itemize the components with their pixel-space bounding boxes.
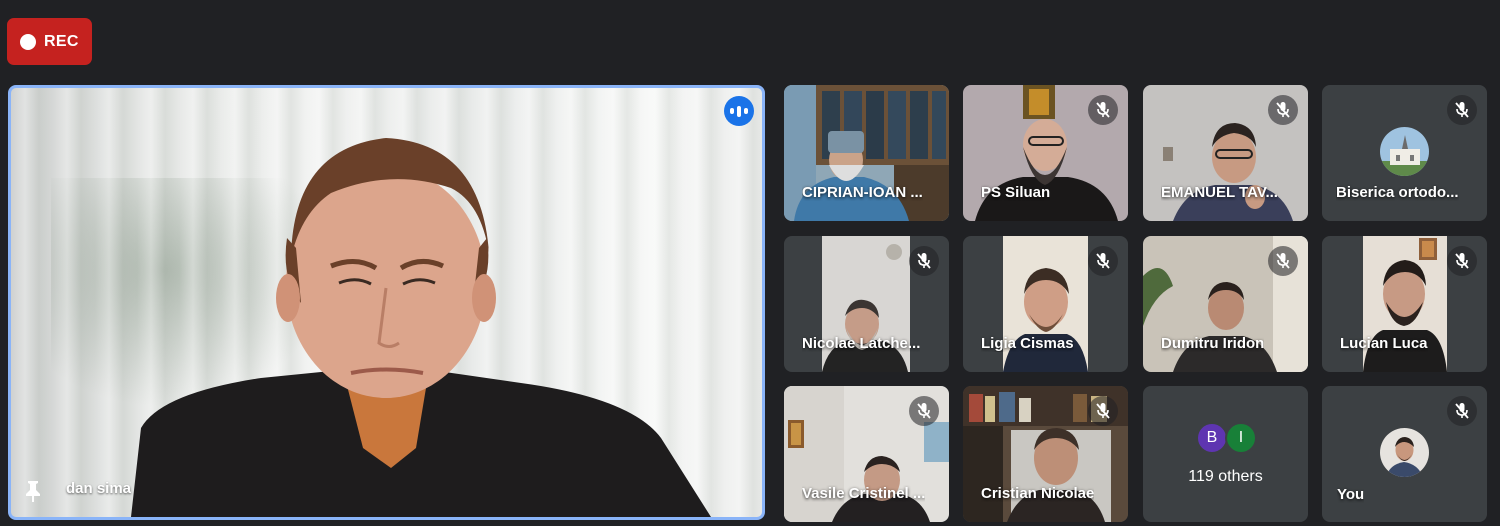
participant-name: Lucian Luca [1340,335,1428,352]
main-speaker-tile[interactable]: dan sima [8,85,765,520]
record-dot-icon [20,33,36,50]
mic-off-icon [909,396,939,426]
others-tile[interactable]: B I 119 others [1143,386,1308,522]
participant-tile[interactable]: CIPRIAN-IOAN ... [784,85,949,221]
participant-tile[interactable]: Lucian Luca [1322,236,1487,372]
mic-off-icon [1268,246,1298,276]
recording-label: REC [44,32,79,50]
mic-off-icon [1088,246,1118,276]
others-avatars: B I [1196,422,1257,454]
participant-tile[interactable]: Dumitru Iridon [1143,236,1308,372]
others-count: 119 others [1188,468,1263,485]
participant-name: EMANUEL TAV... [1161,184,1278,201]
speaker-video [131,138,711,517]
mic-off-icon [1088,95,1118,125]
recording-indicator: REC [7,18,92,65]
avatar: B [1196,422,1228,454]
participant-tile[interactable]: EMANUEL TAV... [1143,85,1308,221]
mic-off-icon [1447,95,1477,125]
participant-tile[interactable]: PS Siluan [963,85,1128,221]
participant-name: Vasile Cristinel ... [802,485,926,502]
participant-name: CIPRIAN-IOAN ... [802,184,923,201]
mic-off-icon [1088,396,1118,426]
participant-tile[interactable]: Nicolae Latche... [784,236,949,372]
participant-name: PS Siluan [981,184,1051,201]
participant-tile[interactable]: Ligia Cismas [963,236,1128,372]
self-name: You [1337,486,1365,503]
speaking-indicator-icon [724,96,754,126]
main-participant-name: dan sima [66,480,132,497]
participant-tile[interactable]: Vasile Cristinel ... [784,386,949,522]
participant-name: Dumitru Iridon [1161,335,1265,352]
mic-off-icon [1268,95,1298,125]
pin-icon[interactable] [23,479,43,503]
participant-name: Ligia Cismas [981,335,1074,352]
participant-name: Cristian Nicolae [981,485,1095,502]
avatar: I [1225,422,1257,454]
participant-name: Biserica ortodo... [1336,184,1459,201]
participant-name: Nicolae Latche... [802,335,921,352]
self-tile[interactable]: You [1322,386,1487,522]
mic-off-icon [1447,396,1477,426]
participant-tile[interactable]: Biserica ortodo... [1322,85,1487,221]
participant-avatar [1380,127,1429,176]
mic-off-icon [909,246,939,276]
self-avatar [1380,428,1429,477]
participant-tile[interactable]: Cristian Nicolae [963,386,1128,522]
mic-off-icon [1447,246,1477,276]
